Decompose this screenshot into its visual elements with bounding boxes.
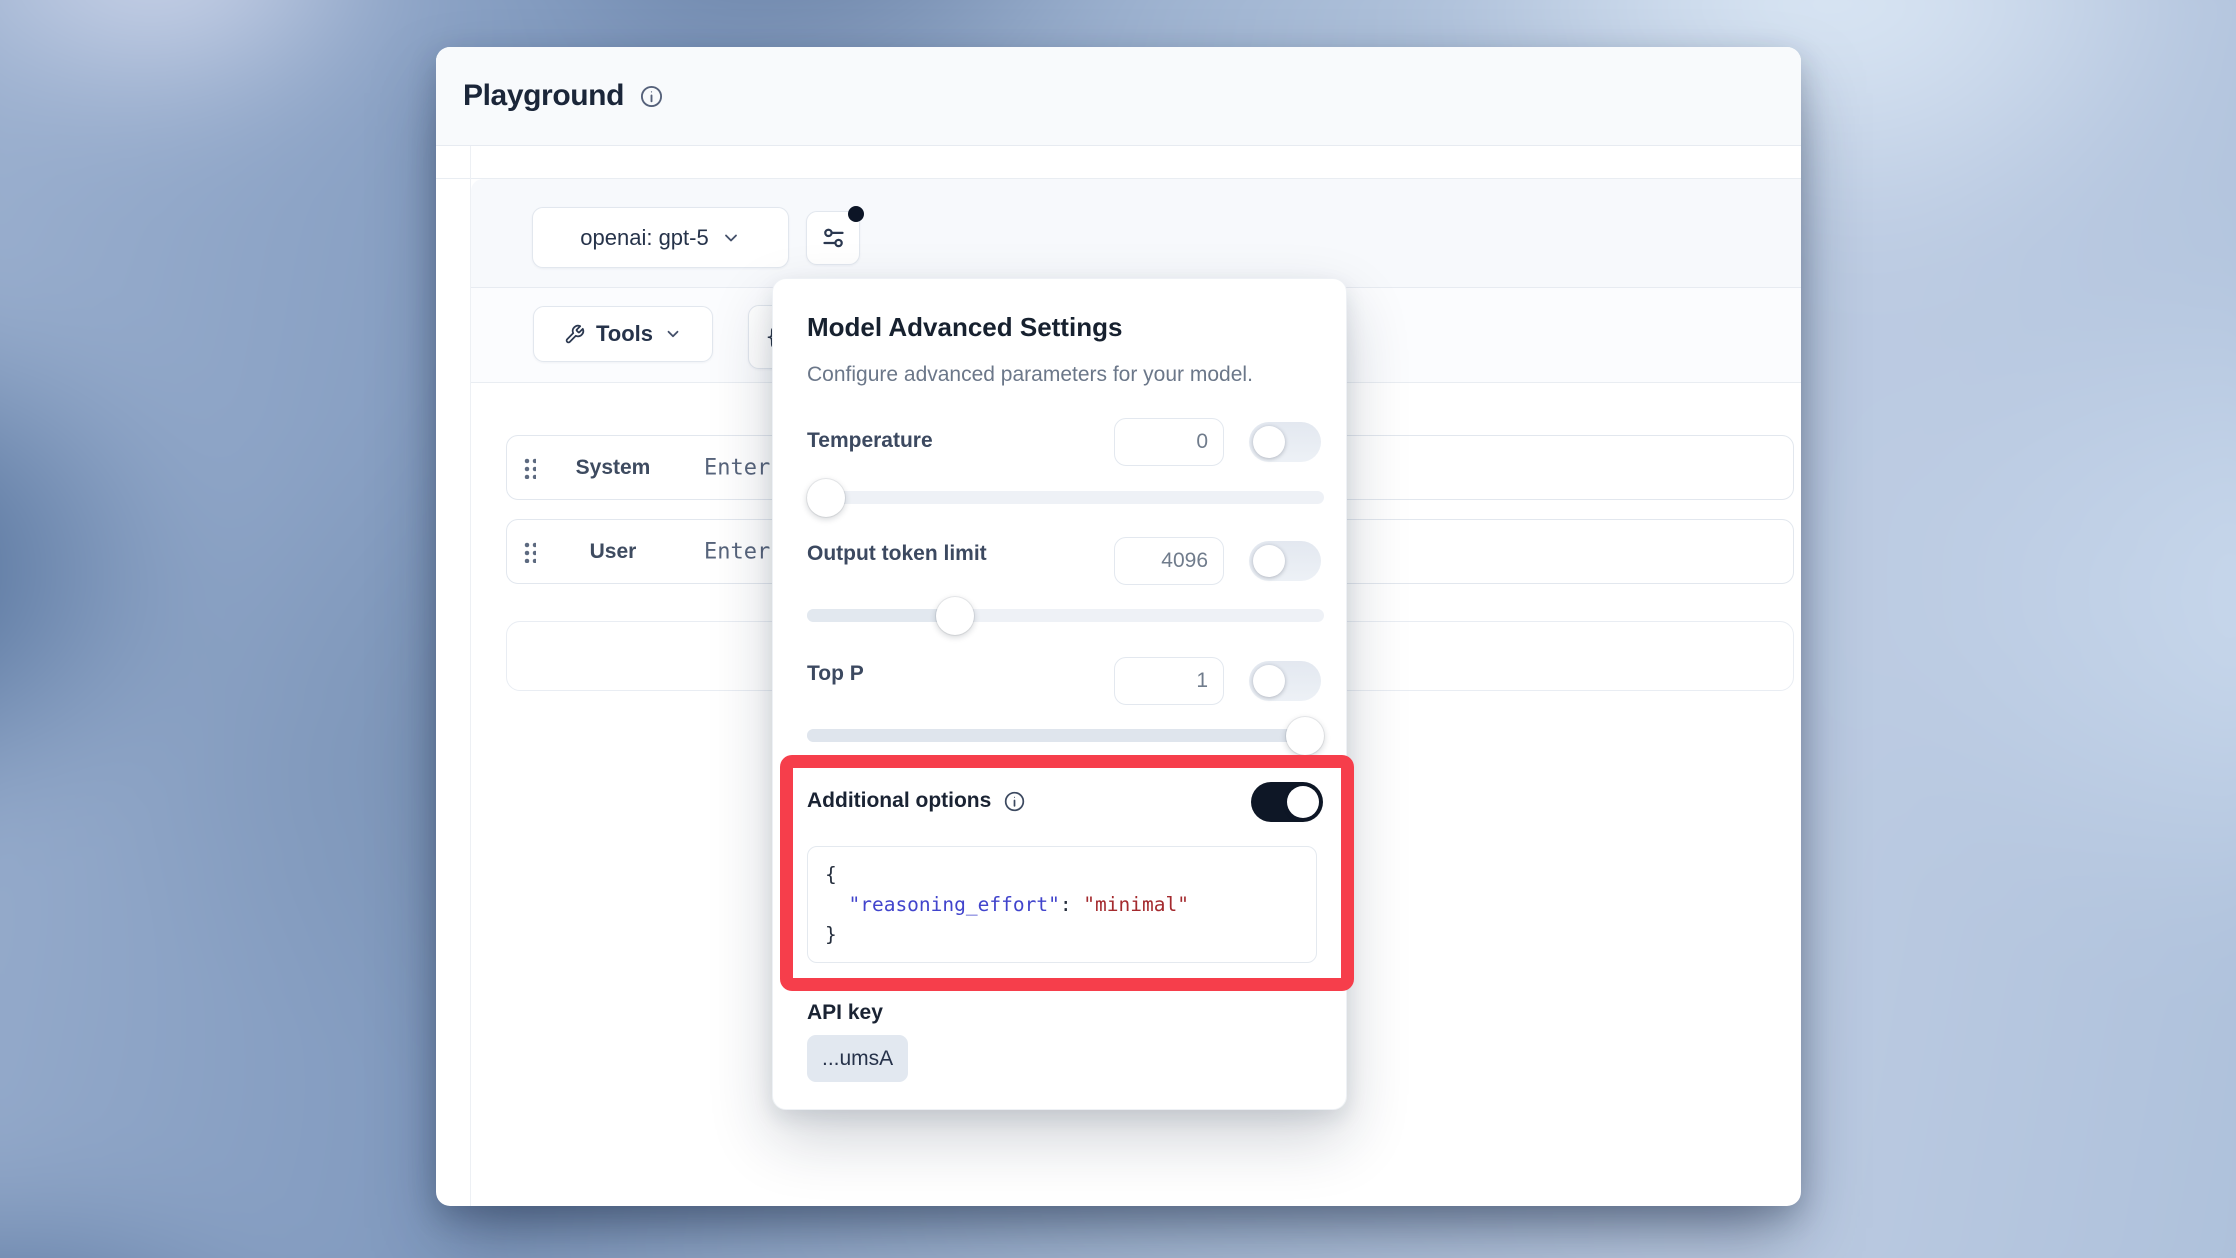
api-key-label: API key — [807, 1001, 883, 1025]
info-icon[interactable] — [1003, 790, 1026, 813]
slider-fill — [807, 609, 955, 622]
output-token-limit-label: Output token limit — [807, 542, 987, 566]
toggle-knob — [1253, 426, 1285, 458]
additional-options-label: Additional options — [807, 789, 991, 813]
role-label: User — [551, 520, 675, 583]
unsaved-settings-dot — [848, 206, 864, 222]
top-p-slider[interactable] — [807, 729, 1324, 742]
tools-dropdown-button[interactable]: Tools — [533, 306, 713, 362]
toggle-knob — [1253, 665, 1285, 697]
chevron-down-icon — [721, 228, 741, 248]
output-token-limit-input[interactable]: 4096 — [1114, 537, 1224, 585]
info-icon[interactable] — [639, 84, 664, 109]
top-p-input[interactable]: 1 — [1114, 657, 1224, 705]
popover-title: Model Advanced Settings — [807, 312, 1122, 343]
top-p-toggle[interactable] — [1249, 661, 1321, 701]
temperature-slider[interactable] — [807, 491, 1324, 504]
json-key: "reasoning_effort" — [848, 893, 1059, 916]
temperature-toggle[interactable] — [1249, 422, 1321, 462]
sliders-icon — [820, 225, 847, 252]
additional-options-row: Additional options — [807, 789, 1026, 813]
additional-options-json-editor[interactable]: { "reasoning_effort": "minimal" } — [807, 846, 1317, 963]
slider-fill — [807, 729, 1305, 742]
popover-subtitle: Configure advanced parameters for your m… — [807, 363, 1253, 387]
model-selector[interactable]: openai: gpt-5 — [532, 207, 789, 268]
page-title: Playground — [463, 79, 624, 113]
message-placeholder[interactable]: Enter — [704, 539, 770, 564]
top-p-label: Top P — [807, 662, 864, 686]
toggle-knob — [1287, 786, 1319, 818]
code-line: "reasoning_effort": "minimal" — [825, 890, 1299, 920]
output-token-limit-toggle[interactable] — [1249, 541, 1321, 581]
model-toolbar: openai: gpt-5 — [471, 179, 1801, 288]
api-key-badge[interactable]: ...umsA — [807, 1035, 908, 1082]
window-header: Playground — [436, 47, 1801, 146]
subheader-strip — [436, 146, 1801, 179]
tools-label: Tools — [596, 321, 653, 347]
message-placeholder[interactable]: Enter — [704, 455, 770, 480]
code-line: } — [825, 920, 1299, 950]
json-value: "minimal" — [1083, 893, 1189, 916]
screen: Playground openai: gpt-5 — [0, 0, 2236, 1258]
slider-knob[interactable] — [1286, 717, 1324, 755]
wrench-icon — [564, 324, 585, 345]
temperature-input[interactable]: 0 — [1114, 418, 1224, 466]
additional-options-toggle[interactable] — [1251, 782, 1323, 822]
slider-knob[interactable] — [936, 597, 974, 635]
toggle-knob — [1253, 545, 1285, 577]
temperature-label: Temperature — [807, 429, 933, 453]
model-advanced-settings-popover: Model Advanced Settings Configure advanc… — [772, 278, 1347, 1110]
role-label: System — [551, 436, 675, 499]
slider-knob[interactable] — [807, 479, 845, 517]
chevron-down-icon — [664, 325, 682, 343]
code-line: { — [825, 860, 1299, 890]
drag-handle-icon[interactable] — [523, 457, 536, 479]
model-selector-value: openai: gpt-5 — [580, 225, 708, 251]
drag-handle-icon[interactable] — [523, 541, 536, 563]
output-token-limit-slider[interactable] — [807, 609, 1324, 622]
